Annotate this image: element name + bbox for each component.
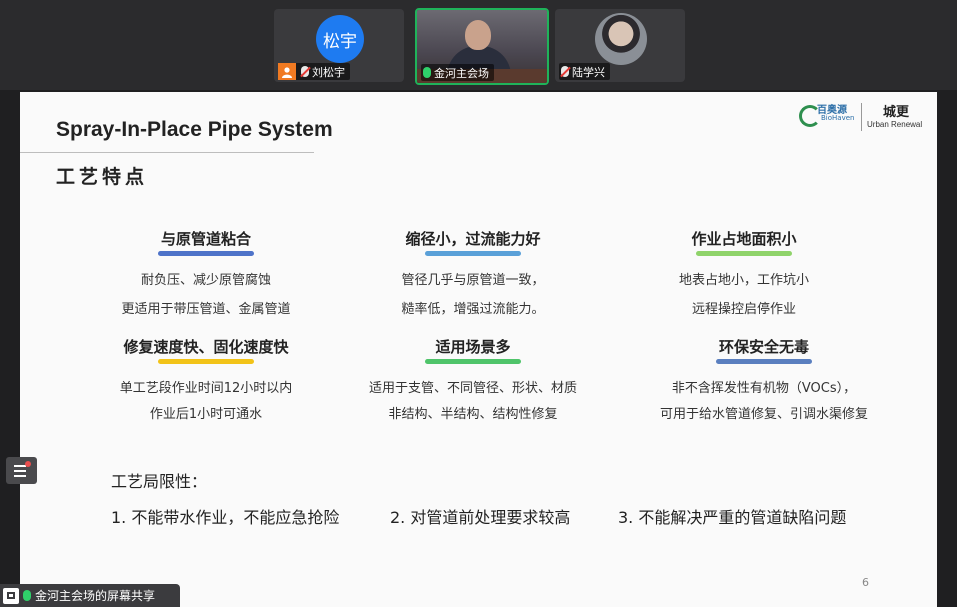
feature-line: 糙率低，增强过流能力。 xyxy=(401,302,545,317)
feature-card: 作业占地面积小 地表占地小，工作坑小 远程操控启停作业 xyxy=(614,228,874,324)
feature-line: 地表占地小，工作坑小 xyxy=(678,273,809,288)
slide-subtitle: 工艺特点 xyxy=(56,166,149,188)
screen-share-icon xyxy=(3,587,19,604)
feature-card: 与原管道粘合 耐负压、减少原管腐蚀 更适用于带压管道、金属管道 xyxy=(76,228,336,324)
mic-on-icon xyxy=(23,590,31,601)
feature-title: 修复速度快、固化速度快 xyxy=(123,338,289,356)
page-number: 6 xyxy=(862,576,869,589)
screen-share-indicator[interactable]: 金河主会场的屏幕共享 xyxy=(0,584,180,607)
feature-line: 作业后1小时可通水 xyxy=(149,407,263,422)
participant-strip: 松宇 刘松宇 金河主会场 陆学兴 xyxy=(0,0,957,90)
menu-line-icon xyxy=(14,465,26,467)
participant-name: 刘松宇 xyxy=(312,65,345,79)
participant-tile-3[interactable]: 陆学兴 xyxy=(555,9,685,82)
feature-line: 非不含挥发性有机物（VOCs）， xyxy=(671,381,857,396)
participant-name-label: 刘松宇 xyxy=(278,63,350,80)
limitation-item: 2. 对管道前处理要求较高 xyxy=(390,508,571,527)
screen-share-label: 金河主会场的屏幕共享 xyxy=(35,589,156,603)
feature-line: 可用于给水管道修复、引调水渠修复 xyxy=(659,407,868,422)
participant-name: 陆学兴 xyxy=(572,65,605,79)
participant-tile-2[interactable]: 金河主会场 xyxy=(415,8,549,85)
menu-line-icon xyxy=(14,475,26,477)
feature-line: 管径几乎与原管道一致， xyxy=(401,273,545,288)
participant-name: 金河主会场 xyxy=(434,66,489,80)
feature-line: 非结构、半结构、结构性修复 xyxy=(388,407,558,422)
feature-card: 缩径小，过流能力好 管径几乎与原管道一致， 糙率低，增强过流能力。 xyxy=(343,228,603,324)
logo-partner-cn: 城更 xyxy=(883,105,910,120)
feature-title: 适用场景多 xyxy=(435,338,511,356)
company-logo: 百奥源 BioHaven 城更 Urban Renewal xyxy=(799,101,939,137)
slide-title: Spray-In-Place Pipe System xyxy=(56,118,333,141)
feature-title: 环保安全无毒 xyxy=(718,338,809,356)
feature-underline xyxy=(158,359,254,364)
video-person-head xyxy=(465,20,491,50)
feature-title: 缩径小，过流能力好 xyxy=(405,230,541,248)
avatar-photo xyxy=(595,13,647,65)
feature-line: 耐负压、减少原管腐蚀 xyxy=(140,273,271,288)
feature-card: 修复速度快、固化速度快 单工艺段作业时间12小时以内 作业后1小时可通水 xyxy=(76,336,336,429)
feature-underline xyxy=(425,359,521,364)
participant-tile-1[interactable]: 松宇 刘松宇 xyxy=(274,9,404,82)
limitation-item: 3. 不能解决严重的管道缺陷问题 xyxy=(618,508,847,527)
logo-brand-en: BioHaven xyxy=(821,114,855,122)
person-icon xyxy=(278,63,296,80)
avatar: 松宇 xyxy=(316,15,364,63)
logo-partner-en: Urban Renewal xyxy=(867,120,923,129)
notification-dot-icon xyxy=(25,461,31,467)
participant-name-label: 金河主会场 xyxy=(421,64,494,81)
feature-line: 适用于支管、不同管径、形状、材质 xyxy=(368,381,577,396)
mic-muted-icon xyxy=(561,66,569,77)
feature-card: 环保安全无毒 非不含挥发性有机物（VOCs）， 可用于给水管道修复、引调水渠修复 xyxy=(624,336,904,429)
presentation-slide: Spray-In-Place Pipe System 工艺特点 百奥源 BioH… xyxy=(20,92,937,607)
title-divider xyxy=(20,152,314,153)
feature-title: 作业占地面积小 xyxy=(691,230,797,248)
feature-line: 单工艺段作业时间12小时以内 xyxy=(119,381,293,396)
feature-underline xyxy=(716,359,812,364)
participant-name-label: 陆学兴 xyxy=(559,63,610,80)
feature-card: 适用场景多 适用于支管、不同管径、形状、材质 非结构、半结构、结构性修复 xyxy=(343,336,603,429)
meeting-menu-button[interactable] xyxy=(6,457,37,484)
feature-underline xyxy=(696,251,792,256)
limitation-item: 1. 不能带水作业，不能应急抢险 xyxy=(111,508,340,527)
feature-underline xyxy=(158,251,254,256)
feature-underline xyxy=(425,251,521,256)
feature-line: 更适用于带压管道、金属管道 xyxy=(121,302,291,317)
limitations-heading: 工艺局限性： xyxy=(111,472,208,491)
menu-line-icon xyxy=(14,470,26,472)
feature-title: 与原管道粘合 xyxy=(160,230,251,248)
feature-line: 远程操控启停作业 xyxy=(691,302,796,317)
mic-on-icon xyxy=(423,67,431,78)
logo-divider xyxy=(861,103,862,131)
mic-muted-icon xyxy=(301,66,309,77)
